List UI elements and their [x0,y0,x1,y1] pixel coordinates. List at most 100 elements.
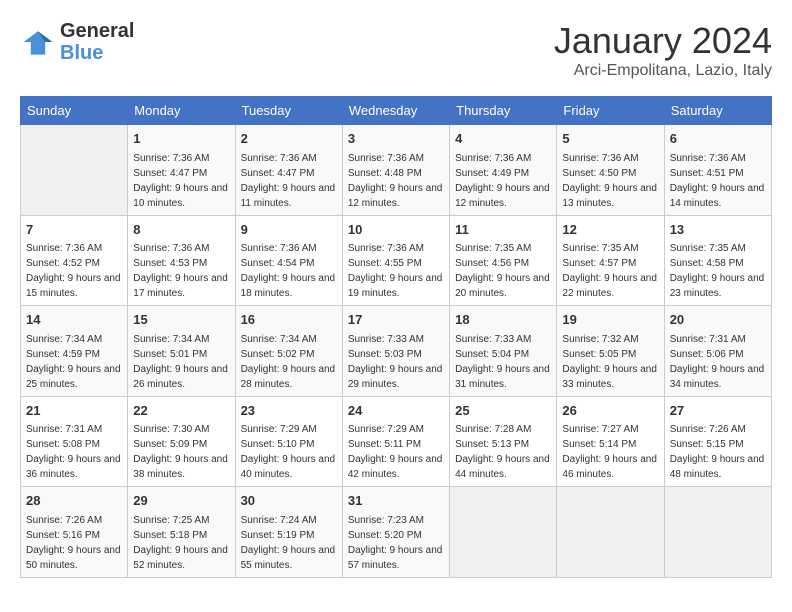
weekday-header-sunday: Sunday [21,97,128,125]
day-info: Sunrise: 7:36 AMSunset: 4:49 PMDaylight:… [455,151,551,211]
day-info: Sunrise: 7:29 AMSunset: 5:11 PMDaylight:… [348,422,444,482]
calendar-cell: 10Sunrise: 7:36 AMSunset: 4:55 PMDayligh… [342,215,449,306]
day-number: 3 [348,129,444,149]
day-info: Sunrise: 7:36 AMSunset: 4:54 PMDaylight:… [241,241,337,301]
day-info: Sunrise: 7:34 AMSunset: 5:02 PMDaylight:… [241,332,337,392]
day-info: Sunrise: 7:36 AMSunset: 4:51 PMDaylight:… [670,151,766,211]
day-number: 15 [133,310,229,330]
day-number: 16 [241,310,337,330]
calendar-cell: 25Sunrise: 7:28 AMSunset: 5:13 PMDayligh… [450,396,557,487]
location-title: Arci-Empolitana, Lazio, Italy [554,62,772,80]
day-info: Sunrise: 7:34 AMSunset: 5:01 PMDaylight:… [133,332,229,392]
day-number: 26 [562,401,658,421]
day-info: Sunrise: 7:33 AMSunset: 5:03 PMDaylight:… [348,332,444,392]
calendar-cell: 15Sunrise: 7:34 AMSunset: 5:01 PMDayligh… [128,306,235,397]
day-number: 20 [670,310,766,330]
day-number: 25 [455,401,551,421]
day-info: Sunrise: 7:36 AMSunset: 4:53 PMDaylight:… [133,241,229,301]
day-info: Sunrise: 7:30 AMSunset: 5:09 PMDaylight:… [133,422,229,482]
calendar-cell: 3Sunrise: 7:36 AMSunset: 4:48 PMDaylight… [342,125,449,216]
calendar-cell: 9Sunrise: 7:36 AMSunset: 4:54 PMDaylight… [235,215,342,306]
day-info: Sunrise: 7:23 AMSunset: 5:20 PMDaylight:… [348,513,444,573]
calendar-cell: 14Sunrise: 7:34 AMSunset: 4:59 PMDayligh… [21,306,128,397]
month-title: January 2024 [554,20,772,62]
day-number: 18 [455,310,551,330]
calendar-cell: 23Sunrise: 7:29 AMSunset: 5:10 PMDayligh… [235,396,342,487]
day-number: 9 [241,220,337,240]
day-info: Sunrise: 7:35 AMSunset: 4:58 PMDaylight:… [670,241,766,301]
calendar-cell: 27Sunrise: 7:26 AMSunset: 5:15 PMDayligh… [664,396,771,487]
calendar-cell: 22Sunrise: 7:30 AMSunset: 5:09 PMDayligh… [128,396,235,487]
day-number: 14 [26,310,122,330]
day-number: 24 [348,401,444,421]
calendar-cell: 8Sunrise: 7:36 AMSunset: 4:53 PMDaylight… [128,215,235,306]
calendar-cell: 31Sunrise: 7:23 AMSunset: 5:20 PMDayligh… [342,487,449,578]
day-number: 30 [241,491,337,511]
calendar-cell: 28Sunrise: 7:26 AMSunset: 5:16 PMDayligh… [21,487,128,578]
day-number: 10 [348,220,444,240]
calendar-cell [664,487,771,578]
weekday-header-tuesday: Tuesday [235,97,342,125]
calendar-table: SundayMondayTuesdayWednesdayThursdayFrid… [20,96,772,578]
calendar-week-row: 28Sunrise: 7:26 AMSunset: 5:16 PMDayligh… [21,487,772,578]
calendar-cell: 18Sunrise: 7:33 AMSunset: 5:04 PMDayligh… [450,306,557,397]
day-number: 22 [133,401,229,421]
calendar-cell: 1Sunrise: 7:36 AMSunset: 4:47 PMDaylight… [128,125,235,216]
calendar-cell: 20Sunrise: 7:31 AMSunset: 5:06 PMDayligh… [664,306,771,397]
calendar-cell: 19Sunrise: 7:32 AMSunset: 5:05 PMDayligh… [557,306,664,397]
day-info: Sunrise: 7:26 AMSunset: 5:16 PMDaylight:… [26,513,122,573]
weekday-header-friday: Friday [557,97,664,125]
calendar-cell [450,487,557,578]
day-number: 8 [133,220,229,240]
calendar-cell: 7Sunrise: 7:36 AMSunset: 4:52 PMDaylight… [21,215,128,306]
day-info: Sunrise: 7:36 AMSunset: 4:47 PMDaylight:… [133,151,229,211]
day-number: 12 [562,220,658,240]
day-info: Sunrise: 7:35 AMSunset: 4:56 PMDaylight:… [455,241,551,301]
day-info: Sunrise: 7:33 AMSunset: 5:04 PMDaylight:… [455,332,551,392]
calendar-cell: 6Sunrise: 7:36 AMSunset: 4:51 PMDaylight… [664,125,771,216]
weekday-header-monday: Monday [128,97,235,125]
calendar-cell: 2Sunrise: 7:36 AMSunset: 4:47 PMDaylight… [235,125,342,216]
calendar-cell: 24Sunrise: 7:29 AMSunset: 5:11 PMDayligh… [342,396,449,487]
day-number: 1 [133,129,229,149]
calendar-cell: 29Sunrise: 7:25 AMSunset: 5:18 PMDayligh… [128,487,235,578]
calendar-week-row: 14Sunrise: 7:34 AMSunset: 4:59 PMDayligh… [21,306,772,397]
day-number: 6 [670,129,766,149]
day-info: Sunrise: 7:27 AMSunset: 5:14 PMDaylight:… [562,422,658,482]
calendar-week-row: 21Sunrise: 7:31 AMSunset: 5:08 PMDayligh… [21,396,772,487]
day-info: Sunrise: 7:28 AMSunset: 5:13 PMDaylight:… [455,422,551,482]
calendar-cell: 5Sunrise: 7:36 AMSunset: 4:50 PMDaylight… [557,125,664,216]
day-info: Sunrise: 7:36 AMSunset: 4:52 PMDaylight:… [26,241,122,301]
logo-bird-icon [20,24,56,60]
calendar-cell: 21Sunrise: 7:31 AMSunset: 5:08 PMDayligh… [21,396,128,487]
day-info: Sunrise: 7:24 AMSunset: 5:19 PMDaylight:… [241,513,337,573]
weekday-header-thursday: Thursday [450,97,557,125]
day-number: 2 [241,129,337,149]
day-number: 17 [348,310,444,330]
day-number: 5 [562,129,658,149]
calendar-cell: 17Sunrise: 7:33 AMSunset: 5:03 PMDayligh… [342,306,449,397]
day-info: Sunrise: 7:31 AMSunset: 5:08 PMDaylight:… [26,422,122,482]
day-info: Sunrise: 7:36 AMSunset: 4:55 PMDaylight:… [348,241,444,301]
day-info: Sunrise: 7:36 AMSunset: 4:47 PMDaylight:… [241,151,337,211]
calendar-cell: 16Sunrise: 7:34 AMSunset: 5:02 PMDayligh… [235,306,342,397]
logo: General Blue [20,20,134,64]
day-number: 11 [455,220,551,240]
day-number: 7 [26,220,122,240]
logo-text: General Blue [60,20,134,64]
calendar-cell: 12Sunrise: 7:35 AMSunset: 4:57 PMDayligh… [557,215,664,306]
calendar-title-area: January 2024 Arci-Empolitana, Lazio, Ita… [554,20,772,80]
day-number: 19 [562,310,658,330]
day-number: 23 [241,401,337,421]
day-info: Sunrise: 7:36 AMSunset: 4:50 PMDaylight:… [562,151,658,211]
page-header: General Blue January 2024 Arci-Empolitan… [20,20,772,80]
day-number: 13 [670,220,766,240]
calendar-cell [557,487,664,578]
calendar-cell: 26Sunrise: 7:27 AMSunset: 5:14 PMDayligh… [557,396,664,487]
day-number: 4 [455,129,551,149]
day-info: Sunrise: 7:34 AMSunset: 4:59 PMDaylight:… [26,332,122,392]
calendar-week-row: 7Sunrise: 7:36 AMSunset: 4:52 PMDaylight… [21,215,772,306]
calendar-cell: 13Sunrise: 7:35 AMSunset: 4:58 PMDayligh… [664,215,771,306]
day-info: Sunrise: 7:25 AMSunset: 5:18 PMDaylight:… [133,513,229,573]
day-info: Sunrise: 7:35 AMSunset: 4:57 PMDaylight:… [562,241,658,301]
